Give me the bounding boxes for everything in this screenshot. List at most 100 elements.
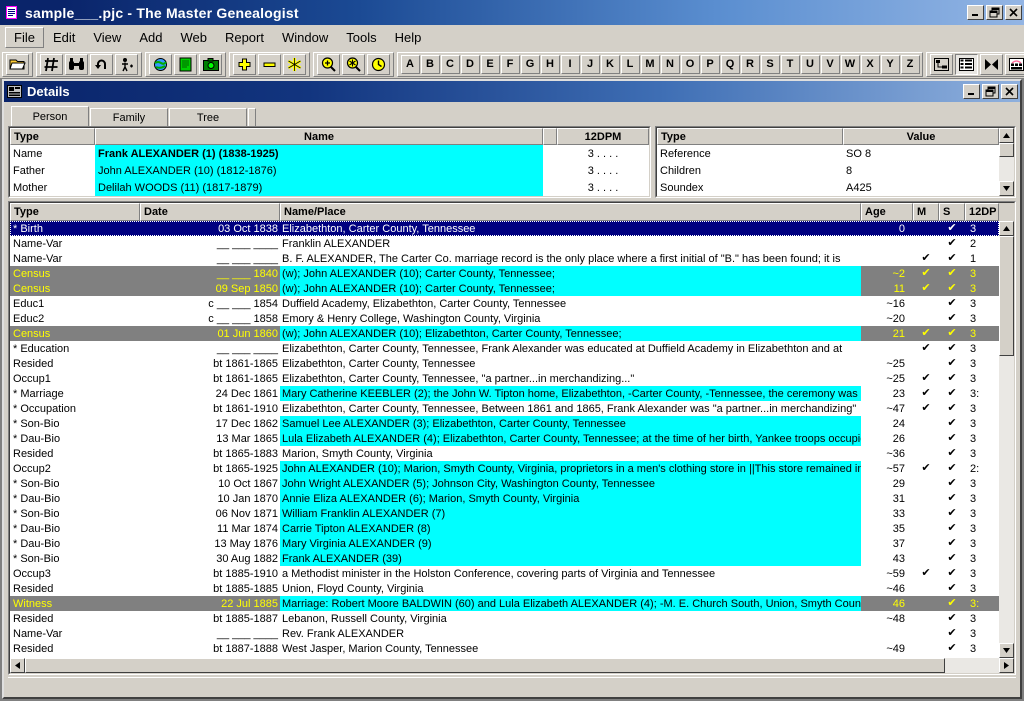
event-list-row[interactable]: * Son-Bio 30 Aug 1882 Frank ALEXANDER (39)… bbox=[10, 551, 999, 566]
letter-button-l[interactable]: L bbox=[620, 54, 640, 74]
camera-icon[interactable] bbox=[199, 53, 222, 75]
event-list-row[interactable]: * Marriage 24 Dec 1861 Mary Catherine KEEB… bbox=[10, 386, 999, 401]
event-list-row[interactable]: Resided bt 1885-1885 Union, Floyd County, … bbox=[10, 581, 999, 596]
event-hscroll-left-button[interactable] bbox=[10, 658, 25, 673]
event-hscroll-thumb[interactable] bbox=[25, 658, 945, 673]
binoculars-icon[interactable] bbox=[65, 53, 88, 75]
event-list-row[interactable]: * Birth 03 Oct 1838 Elizabethton, Carter C… bbox=[10, 221, 999, 236]
value-grid-row[interactable]: Soundex A425 bbox=[657, 179, 999, 196]
letter-button-y[interactable]: Y bbox=[880, 54, 900, 74]
event-list-row[interactable]: * Education __ ___ ____ Elizabethton, Cart… bbox=[10, 341, 999, 356]
value-grid-header-type[interactable]: Type bbox=[657, 128, 843, 145]
event-header-m[interactable]: M bbox=[913, 203, 939, 221]
letter-button-i[interactable]: I bbox=[560, 54, 580, 74]
value-grid-scroll-thumb[interactable] bbox=[999, 143, 1014, 157]
value-grid-scroll-down-button[interactable] bbox=[999, 181, 1014, 196]
letter-button-r[interactable]: R bbox=[740, 54, 760, 74]
value-grid-scroll-up-button[interactable] bbox=[999, 128, 1014, 143]
name-grid-header-blank[interactable] bbox=[543, 128, 557, 145]
event-header-date[interactable]: Date bbox=[140, 203, 280, 221]
event-scroll-down-button[interactable] bbox=[999, 643, 1014, 658]
value-grid-row[interactable]: Children 8 bbox=[657, 162, 999, 179]
letter-button-o[interactable]: O bbox=[680, 54, 700, 74]
event-list-row[interactable]: Occup3 bt 1885-1910 a Methodist minister i… bbox=[10, 566, 999, 581]
globe-icon[interactable] bbox=[149, 53, 172, 75]
letter-button-q[interactable]: Q bbox=[720, 54, 740, 74]
event-list-row[interactable]: Occup2 bt 1865-1925 John ALEXANDER (10); M… bbox=[10, 461, 999, 476]
event-header-type[interactable]: Type bbox=[10, 203, 140, 221]
details-restore-button[interactable] bbox=[982, 84, 999, 99]
event-list-row[interactable]: * Dau-Bio 13 Mar 1865 Lula Elizabeth ALEXA… bbox=[10, 431, 999, 446]
outline-icon[interactable] bbox=[930, 53, 953, 75]
event-list-row[interactable]: * Dau-Bio 10 Jan 1870 Annie Eliza ALEXANDE… bbox=[10, 491, 999, 506]
event-list-row[interactable]: Resided bt 1865-1883 Marion, Smyth County,… bbox=[10, 446, 999, 461]
value-grid-scrollbar[interactable] bbox=[999, 128, 1014, 196]
event-list-vscrollbar[interactable] bbox=[999, 221, 1014, 658]
menu-web[interactable]: Web bbox=[171, 27, 216, 48]
close-button[interactable] bbox=[1005, 5, 1022, 20]
letter-button-m[interactable]: M bbox=[640, 54, 660, 74]
name-grid-row[interactable]: Mother Delilah WOODS (11) (1817-1879) 3 . … bbox=[10, 179, 649, 196]
details-close-button[interactable] bbox=[1001, 84, 1018, 99]
tab-person[interactable]: Person bbox=[11, 106, 89, 126]
name-grid-header-name[interactable]: Name bbox=[95, 128, 543, 145]
letter-button-c[interactable]: C bbox=[440, 54, 460, 74]
name-grid-header-type[interactable]: Type bbox=[10, 128, 95, 145]
event-header-age[interactable]: Age bbox=[861, 203, 913, 221]
letter-button-j[interactable]: J bbox=[580, 54, 600, 74]
value-grid-row[interactable]: Reference SO 8 bbox=[657, 145, 999, 162]
value-grid-header-value[interactable]: Value bbox=[843, 128, 999, 145]
letter-button-h[interactable]: H bbox=[540, 54, 560, 74]
menu-file[interactable]: File bbox=[5, 26, 44, 48]
letter-button-v[interactable]: V bbox=[820, 54, 840, 74]
event-list-row[interactable]: Census 01 Jun 1860 (w); John ALEXANDER (10… bbox=[10, 326, 999, 341]
menu-edit[interactable]: Edit bbox=[44, 27, 84, 48]
event-header-s[interactable]: S bbox=[939, 203, 965, 221]
letter-button-k[interactable]: K bbox=[600, 54, 620, 74]
clock-icon[interactable] bbox=[367, 53, 390, 75]
event-list-row[interactable]: Name-Var __ ___ ____ Rev. Frank ALEXANDER ✔… bbox=[10, 626, 999, 641]
menu-report[interactable]: Report bbox=[216, 27, 273, 48]
letter-button-g[interactable]: G bbox=[520, 54, 540, 74]
event-list-row[interactable]: Educ1 c __ ___ 1854 Duffield Academy, Eliz… bbox=[10, 296, 999, 311]
minus-icon[interactable] bbox=[258, 53, 281, 75]
zoom-star-icon[interactable] bbox=[342, 53, 365, 75]
letter-button-t[interactable]: T bbox=[780, 54, 800, 74]
tab-tree[interactable]: Tree bbox=[169, 108, 247, 126]
event-list-row[interactable]: * Son-Bio 17 Dec 1862 Samuel Lee ALEXANDER… bbox=[10, 416, 999, 431]
letter-button-p[interactable]: P bbox=[700, 54, 720, 74]
minimize-button[interactable] bbox=[967, 5, 984, 20]
notepad-icon[interactable] bbox=[174, 53, 197, 75]
event-list-row[interactable]: Educ2 c __ ___ 1858 Emory & Henry College,… bbox=[10, 311, 999, 326]
event-list-row[interactable]: Name-Var __ ___ ____ B. F. ALEXANDER, The … bbox=[10, 251, 999, 266]
letter-button-d[interactable]: D bbox=[460, 54, 480, 74]
letter-button-w[interactable]: W bbox=[840, 54, 860, 74]
person-add-icon[interactable] bbox=[115, 53, 138, 75]
letter-button-b[interactable]: B bbox=[420, 54, 440, 74]
name-grid-row[interactable]: Father John ALEXANDER (10) (1812-1876) 3 .… bbox=[10, 162, 649, 179]
letter-button-s[interactable]: S bbox=[760, 54, 780, 74]
event-list-row[interactable]: Resided bt 1887-1888 West Jasper, Marion C… bbox=[10, 641, 999, 656]
event-list-row[interactable]: * Dau-Bio 13 May 1876 Mary Virginia ALEXAN… bbox=[10, 536, 999, 551]
menu-help[interactable]: Help bbox=[386, 27, 431, 48]
event-list-hscrollbar[interactable] bbox=[10, 658, 1014, 673]
letter-button-a[interactable]: A bbox=[400, 54, 420, 74]
letter-button-x[interactable]: X bbox=[860, 54, 880, 74]
list-icon[interactable] bbox=[955, 53, 978, 75]
name-grid-row[interactable]: Name Frank ALEXANDER (1) (1838-1925) 3 . .… bbox=[10, 145, 649, 162]
event-list-row[interactable]: * Occupation bt 1861-1910 Elizabethton, Ca… bbox=[10, 401, 999, 416]
event-scroll-thumb[interactable] bbox=[999, 236, 1014, 356]
event-list-row[interactable]: * Son-Bio 06 Nov 1871 William Franklin ALE… bbox=[10, 506, 999, 521]
details-minimize-button[interactable] bbox=[963, 84, 980, 99]
letter-button-u[interactable]: U bbox=[800, 54, 820, 74]
event-header-nameplace[interactable]: Name/Place bbox=[280, 203, 861, 221]
restore-button[interactable] bbox=[986, 5, 1003, 20]
plus-icon[interactable] bbox=[233, 53, 256, 75]
undo-icon[interactable] bbox=[90, 53, 113, 75]
letter-button-z[interactable]: Z bbox=[900, 54, 920, 74]
open-folder-icon[interactable] bbox=[6, 53, 29, 75]
event-list-row[interactable]: Census 09 Sep 1850 (w); John ALEXANDER (10… bbox=[10, 281, 999, 296]
menu-window[interactable]: Window bbox=[273, 27, 337, 48]
name-grid-header-12dpm[interactable]: 12DPM bbox=[557, 128, 649, 145]
ancestor-chart-icon[interactable] bbox=[1005, 53, 1024, 75]
